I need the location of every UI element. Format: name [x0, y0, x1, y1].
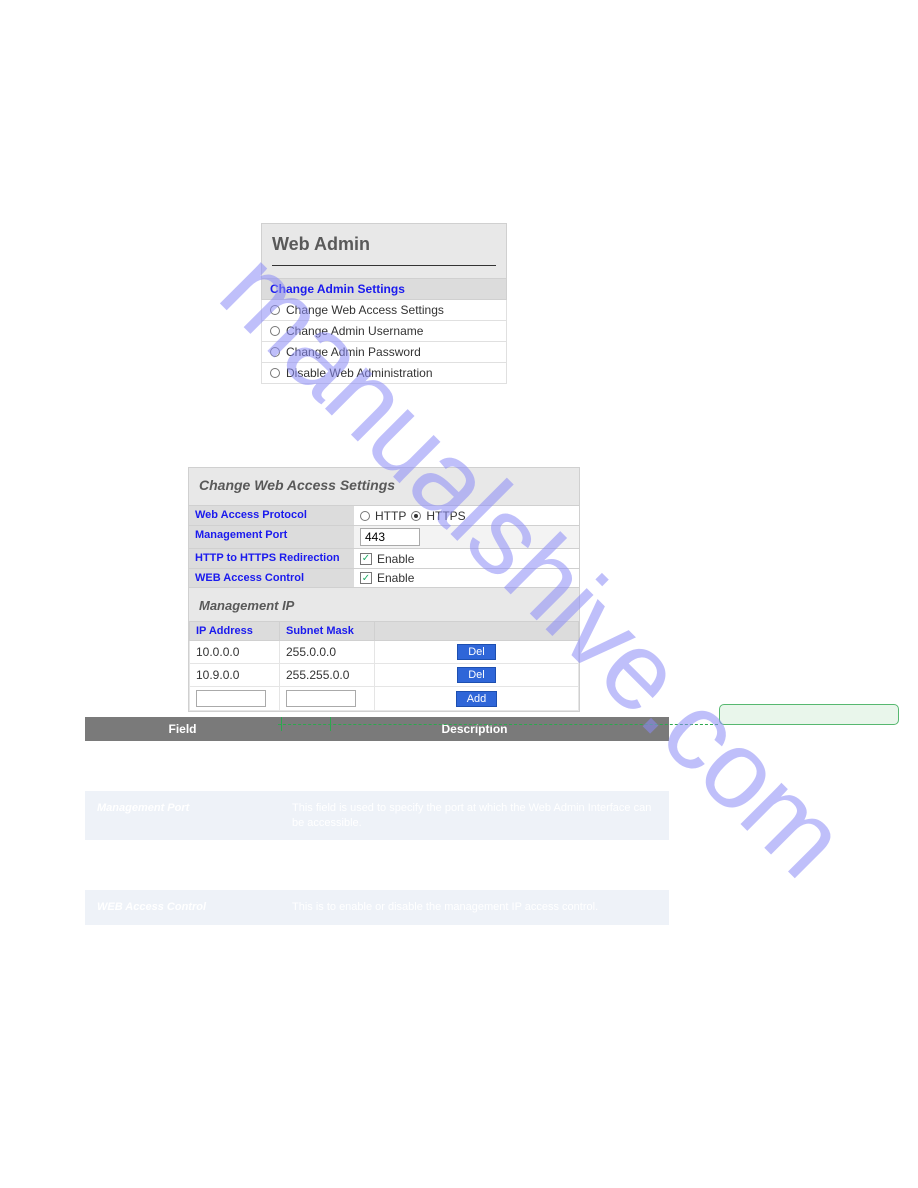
row-http-https-redirection: HTTP to HTTPS Redirection ✓ Enable — [189, 548, 579, 568]
radio-https-label: HTTPS — [426, 509, 465, 523]
option-disable-web-admin[interactable]: Disable Web Administration — [261, 363, 507, 384]
cell-field: WEB Access Control — [85, 890, 280, 925]
radio-icon — [270, 347, 280, 357]
field-label: Management Port — [189, 526, 354, 548]
radio-http-label: HTTP — [375, 509, 406, 523]
callout-tick-icon — [281, 717, 282, 731]
new-ip-input[interactable] — [196, 690, 266, 707]
del-button[interactable]: Del — [457, 644, 496, 660]
col-actions — [375, 622, 579, 641]
callout-dashed-line — [278, 724, 718, 725]
radio-icon — [270, 326, 280, 336]
panel2-title: Change Web Access Settings — [189, 468, 579, 505]
cell-field: Web Access Protocol — [85, 741, 280, 791]
col-subnet-mask: Subnet Mask — [280, 622, 375, 641]
change-web-access-panel: Change Web Access Settings Web Access Pr… — [188, 467, 580, 712]
del-button[interactable]: Del — [457, 667, 496, 683]
management-port-input[interactable] — [360, 528, 420, 546]
radio-icon — [270, 305, 280, 315]
cell-ip: 10.9.0.0 — [190, 664, 280, 687]
cell-ip: 10.0.0.0 — [190, 641, 280, 664]
cell-field: Management Port — [85, 791, 280, 841]
option-change-admin-username[interactable]: Change Admin Username — [261, 321, 507, 342]
cell-mask: 255.0.0.0 — [280, 641, 375, 664]
row-web-access-protocol: Web Access Protocol HTTP HTTPS — [189, 505, 579, 525]
radio-http[interactable] — [360, 511, 370, 521]
radio-icon — [270, 368, 280, 378]
field-value: HTTP HTTPS — [354, 506, 579, 525]
option-change-web-access[interactable]: Change Web Access Settings — [261, 300, 507, 321]
change-admin-settings-header: Change Admin Settings — [261, 279, 507, 300]
cell-desc: When this option is enabled, any HTTP ac… — [280, 840, 669, 890]
table-row: 10.9.0.0 255.255.0.0 Del — [190, 664, 579, 687]
add-button[interactable]: Add — [456, 691, 498, 707]
cell-desc: This field is used to specify the port a… — [280, 791, 669, 841]
checkbox-redirection[interactable]: ✓ — [360, 553, 372, 565]
panel-title: Web Admin — [272, 234, 496, 266]
cell-desc: This is to enable or disable the managem… — [280, 890, 669, 925]
table-header-row: Field Description — [85, 717, 669, 741]
cell-mask: 255.255.0.0 — [280, 664, 375, 687]
option-label: Disable Web Administration — [286, 366, 433, 380]
checkbox-label: Enable — [377, 552, 414, 566]
row-management-port: Management Port — [189, 525, 579, 548]
new-mask-input[interactable] — [286, 690, 356, 707]
table-row: 10.0.0.0 255.0.0.0 Del — [190, 641, 579, 664]
col-ip-address: IP Address — [190, 622, 280, 641]
panel-header: Web Admin — [261, 223, 507, 279]
table-row: HTTP to HTTPS Redirection When this opti… — [85, 840, 669, 890]
field-label: HTTP to HTTPS Redirection — [189, 549, 354, 568]
web-admin-panel: Web Admin Change Admin Settings Change W… — [261, 223, 507, 384]
option-label: Change Admin Username — [286, 324, 423, 338]
table-row: Management Port This field is used to sp… — [85, 791, 669, 841]
option-label: Change Admin Password — [286, 345, 421, 359]
radio-https[interactable] — [411, 511, 421, 521]
table-row-add: Add — [190, 687, 579, 711]
cell-desc: This field is used to specify the protoc… — [280, 741, 669, 791]
col-field: Field — [85, 717, 280, 741]
table-row: Web Access Protocol This field is used t… — [85, 741, 669, 791]
option-label: Change Web Access Settings — [286, 303, 444, 317]
field-value: ✓ Enable — [354, 549, 579, 568]
col-description: Description — [280, 717, 669, 741]
field-label: Web Access Protocol — [189, 506, 354, 525]
management-ip-table: IP Address Subnet Mask 10.0.0.0 255.0.0.… — [189, 621, 579, 711]
field-label: WEB Access Control — [189, 569, 354, 587]
management-ip-heading: Management IP — [189, 588, 579, 621]
checkbox-label: Enable — [377, 571, 414, 585]
field-value: ✓ Enable — [354, 569, 579, 587]
table-row: WEB Access Control This is to enable or … — [85, 890, 669, 925]
description-table: Field Description Web Access Protocol Th… — [85, 717, 669, 925]
cell-field: HTTP to HTTPS Redirection — [85, 840, 280, 890]
checkbox-wac[interactable]: ✓ — [360, 572, 372, 584]
field-value — [354, 526, 579, 548]
callout-box — [719, 704, 899, 725]
callout-tick-icon — [330, 717, 331, 731]
row-web-access-control: WEB Access Control ✓ Enable — [189, 568, 579, 588]
option-change-admin-password[interactable]: Change Admin Password — [261, 342, 507, 363]
